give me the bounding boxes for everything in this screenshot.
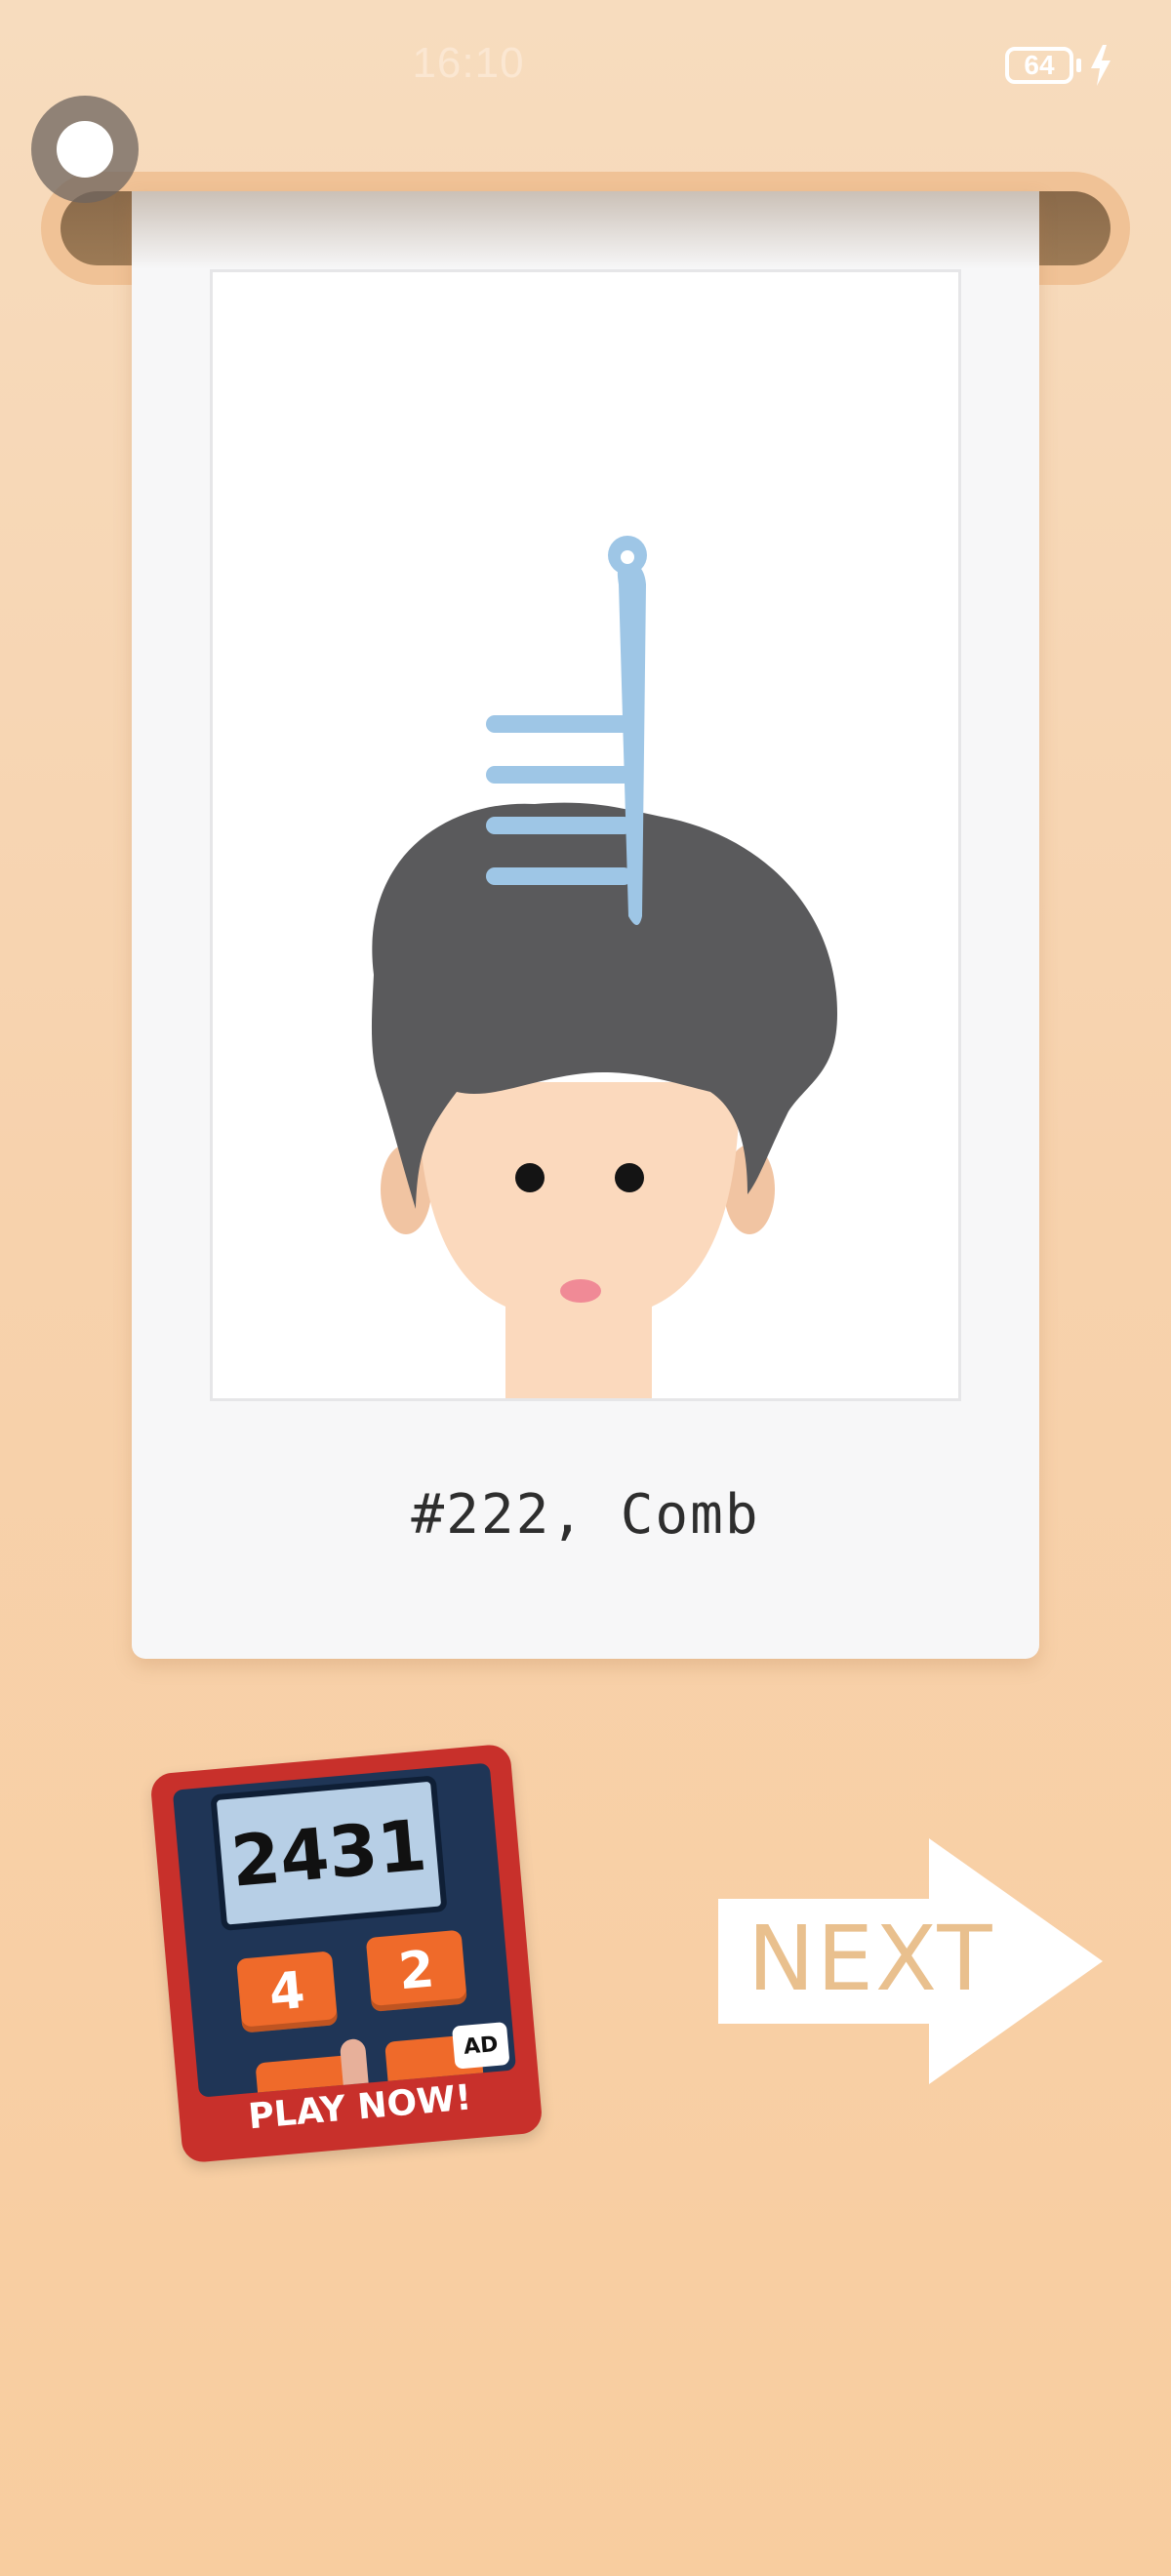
level-caption: #222, Comb <box>411 1483 760 1547</box>
ad-game-preview: 2431 4 2 AD <box>172 1762 517 2098</box>
next-button[interactable]: NEXT <box>718 1838 1103 2084</box>
battery-nub <box>1076 59 1081 72</box>
ad-display: 2431 <box>210 1775 448 1932</box>
mouth <box>560 1279 601 1303</box>
ad-badge: AD <box>451 2021 510 2070</box>
left-eye <box>515 1163 545 1192</box>
ad-tile: 2 <box>365 1929 467 2012</box>
ad-tile: 4 <box>236 1951 339 2033</box>
settings-knob-dot <box>57 121 113 178</box>
right-eye <box>615 1163 644 1192</box>
ad-number: 2431 <box>227 1803 430 1903</box>
puzzle-picture[interactable] <box>210 269 961 1401</box>
battery-level: 64 <box>1024 50 1055 80</box>
next-label: NEXT <box>747 1907 994 2011</box>
battery-icon: 64 <box>1005 47 1073 84</box>
ad-banner[interactable]: 2431 4 2 AD PLAY NOW! <box>149 1743 544 2164</box>
status-time: 16:10 <box>412 39 525 87</box>
charging-bolt-icon <box>1091 45 1110 86</box>
card-shadow <box>132 191 1039 269</box>
